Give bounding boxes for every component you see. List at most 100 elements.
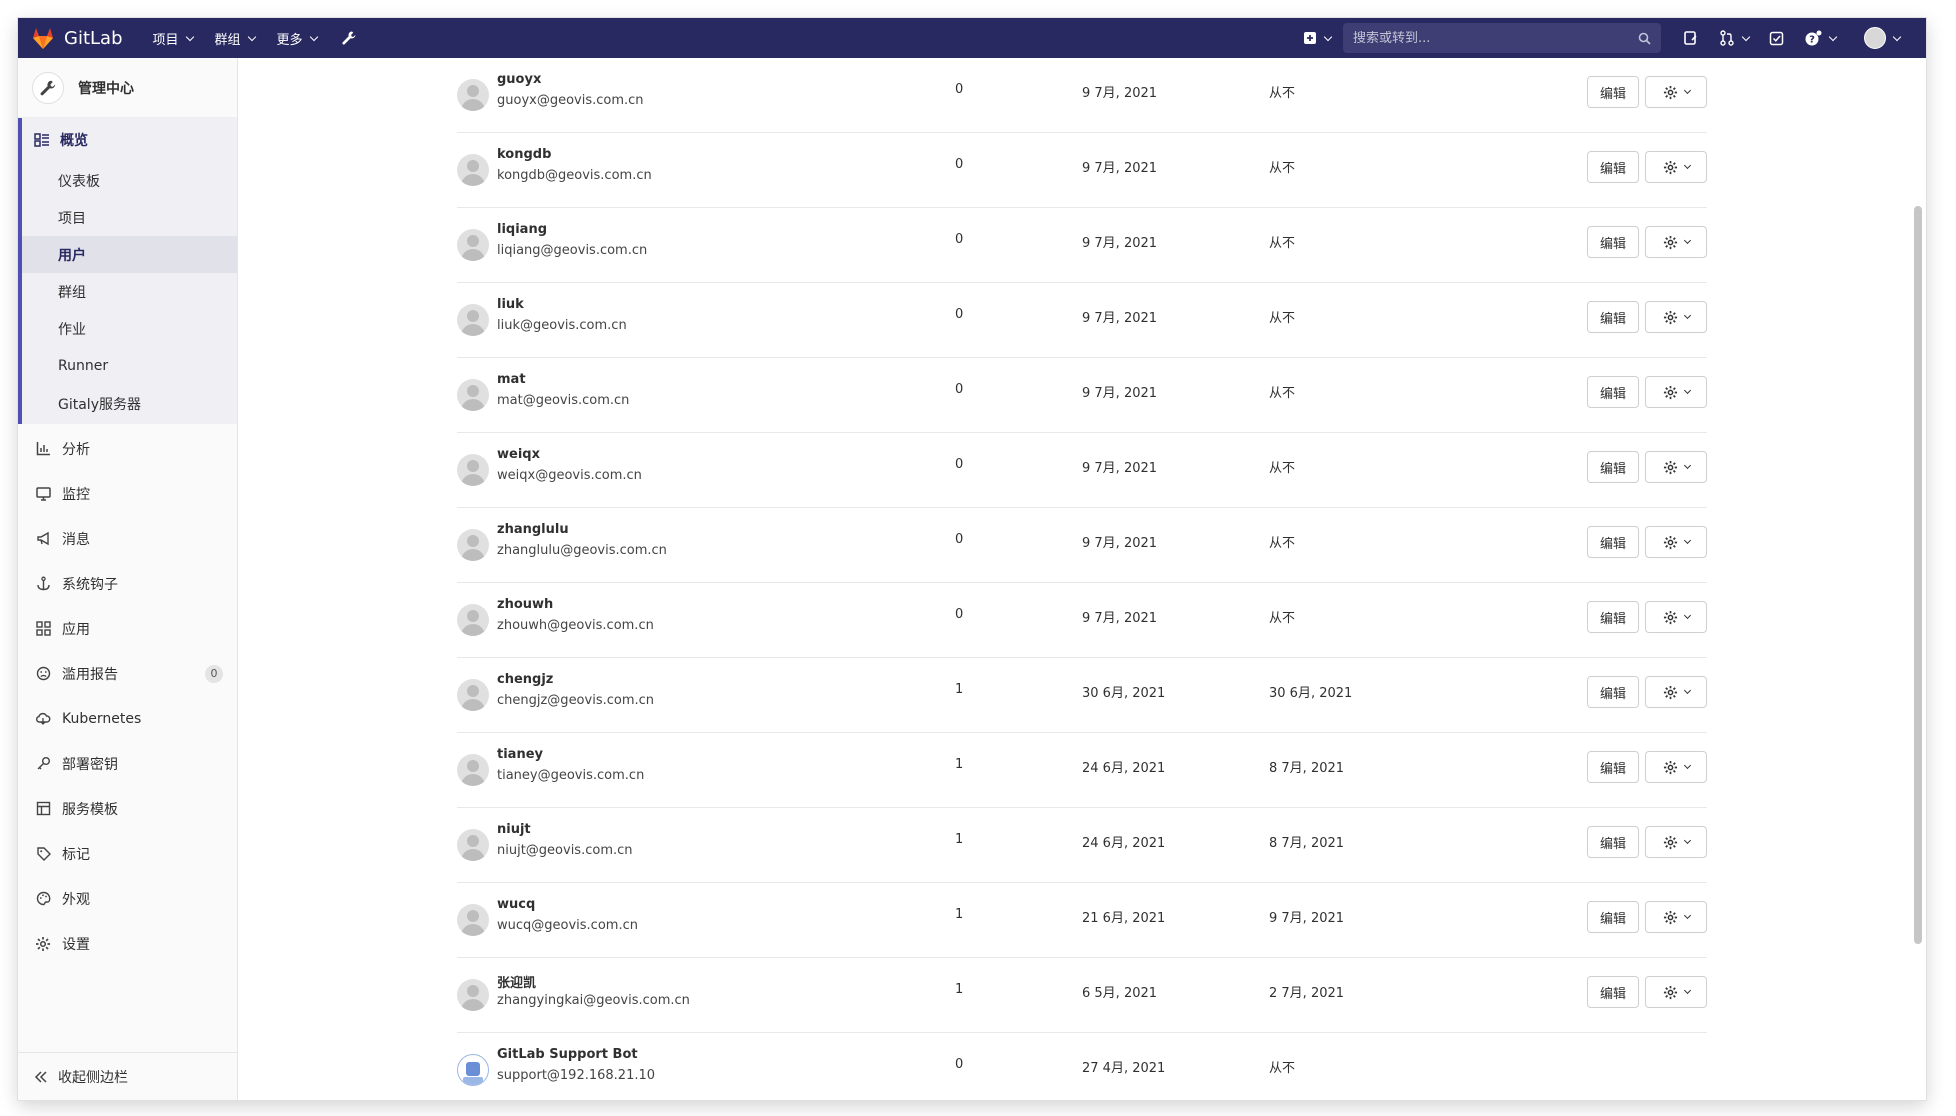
avatar[interactable]: [457, 154, 489, 186]
merge-requests-button[interactable]: [1719, 30, 1751, 46]
avatar: [1864, 27, 1886, 49]
last-activity: 从不: [1269, 611, 1296, 626]
avatar[interactable]: [457, 79, 489, 111]
user-settings-dropdown[interactable]: [1645, 676, 1707, 708]
edit-user-button[interactable]: 编辑: [1587, 376, 1639, 408]
issues-button[interactable]: [1683, 30, 1699, 46]
user-settings-dropdown[interactable]: [1645, 901, 1707, 933]
sidebar-item-groups[interactable]: 群组: [22, 273, 237, 310]
created-date: 27 4月, 2021: [1082, 1061, 1166, 1076]
last-activity: 8 7月, 2021: [1269, 836, 1345, 851]
user-settings-dropdown[interactable]: [1645, 151, 1707, 183]
sidebar-item-appearance[interactable]: 外观: [18, 876, 237, 921]
edit-user-button[interactable]: 编辑: [1587, 601, 1639, 633]
user-settings-dropdown[interactable]: [1645, 376, 1707, 408]
user-name-link[interactable]: weiqx: [497, 447, 540, 462]
edit-user-button[interactable]: 编辑: [1587, 76, 1639, 108]
edit-user-button[interactable]: 编辑: [1587, 526, 1639, 558]
project-count: 1: [955, 907, 964, 922]
avatar[interactable]: [457, 754, 489, 786]
admin-wrench-icon[interactable]: [341, 30, 357, 46]
edit-user-button[interactable]: 编辑: [1587, 901, 1639, 933]
user-name-link[interactable]: zhanglulu: [497, 522, 569, 537]
avatar[interactable]: [457, 379, 489, 411]
avatar[interactable]: [457, 304, 489, 336]
todos-button[interactable]: [1769, 31, 1784, 46]
user-settings-dropdown[interactable]: [1645, 76, 1707, 108]
edit-user-button[interactable]: 编辑: [1587, 301, 1639, 333]
edit-user-button[interactable]: 编辑: [1587, 826, 1639, 858]
gitlab-logo[interactable]: GitLab: [30, 25, 123, 51]
user-settings-dropdown[interactable]: [1645, 751, 1707, 783]
search-input[interactable]: [1353, 30, 1638, 46]
sidebar-item-gitaly[interactable]: Gitaly服务器: [22, 384, 237, 424]
sidebar-item-analytics[interactable]: 分析: [18, 426, 237, 471]
sidebar-item-overview[interactable]: 概览: [22, 118, 237, 162]
sidebar-item-jobs[interactable]: 作业: [22, 310, 237, 347]
edit-user-button[interactable]: 编辑: [1587, 976, 1639, 1008]
avatar[interactable]: [457, 229, 489, 261]
avatar[interactable]: [457, 529, 489, 561]
avatar[interactable]: [457, 604, 489, 636]
sidebar-item-service-templates[interactable]: 服务模板: [18, 786, 237, 831]
sidebar-item-overview-label: 概览: [60, 133, 88, 149]
avatar[interactable]: [457, 1054, 489, 1086]
user-name-link[interactable]: liqiang: [497, 222, 547, 237]
edit-user-button[interactable]: 编辑: [1587, 751, 1639, 783]
user-name-link[interactable]: guoyx: [497, 72, 541, 87]
user-name-link[interactable]: zhouwh: [497, 597, 553, 612]
user-menu[interactable]: [1864, 27, 1902, 49]
avatar[interactable]: [457, 829, 489, 861]
sidebar-item-settings[interactable]: 设置: [18, 921, 237, 966]
sidebar-item-messages[interactable]: 消息: [18, 516, 237, 561]
user-name-link[interactable]: niujt: [497, 822, 531, 837]
scrollbar[interactable]: [1914, 58, 1922, 1100]
sidebar-item-label: 标记: [62, 846, 90, 863]
user-name-link[interactable]: chengjz: [497, 672, 553, 687]
user-settings-dropdown[interactable]: [1645, 526, 1707, 558]
user-settings-dropdown[interactable]: [1645, 451, 1707, 483]
sidebar-item-labels[interactable]: 标记: [18, 831, 237, 876]
avatar[interactable]: [457, 679, 489, 711]
user-name-link[interactable]: liuk: [497, 297, 524, 312]
user-settings-dropdown[interactable]: [1645, 826, 1707, 858]
sidebar-item-projects[interactable]: 项目: [22, 199, 237, 236]
sidebar-item-abuse-reports[interactable]: 滥用报告 0: [18, 651, 237, 696]
user-name-link[interactable]: kongdb: [497, 147, 551, 162]
search-box[interactable]: [1343, 23, 1661, 53]
user-name-link[interactable]: mat: [497, 372, 526, 387]
user-settings-dropdown[interactable]: [1645, 976, 1707, 1008]
help-button[interactable]: ?: [1804, 30, 1838, 46]
sidebar-item-dashboard[interactable]: 仪表板: [22, 162, 237, 199]
user-settings-dropdown[interactable]: [1645, 601, 1707, 633]
edit-user-button[interactable]: 编辑: [1587, 451, 1639, 483]
sidebar-item-monitoring[interactable]: 监控: [18, 471, 237, 516]
user-name-link[interactable]: wucq: [497, 897, 535, 912]
scrollbar-thumb[interactable]: [1914, 206, 1922, 944]
menu-groups[interactable]: 群组: [215, 29, 256, 48]
edit-user-button[interactable]: 编辑: [1587, 151, 1639, 183]
avatar[interactable]: [457, 904, 489, 936]
sidebar-header[interactable]: 管理中心: [18, 58, 237, 118]
avatar[interactable]: [457, 979, 489, 1011]
sidebar-item-runners[interactable]: Runner: [22, 347, 237, 384]
new-item-button[interactable]: [1303, 31, 1333, 45]
user-name-link[interactable]: GitLab Support Bot: [497, 1047, 638, 1062]
sidebar-item-label: 外观: [62, 891, 90, 908]
collapse-sidebar-button[interactable]: 收起侧边栏: [18, 1052, 237, 1100]
sidebar-item-hooks[interactable]: 系统钩子: [18, 561, 237, 606]
menu-more[interactable]: 更多: [277, 29, 318, 48]
edit-user-button[interactable]: 编辑: [1587, 676, 1639, 708]
sidebar-item-kubernetes[interactable]: Kubernetes: [18, 696, 237, 741]
user-name-link[interactable]: 张迎凯: [497, 972, 536, 991]
sidebar-item-users[interactable]: 用户: [22, 236, 237, 273]
avatar[interactable]: [457, 454, 489, 486]
table-row: liqiang liqiang@geovis.com.cn 0 9 7月, 2021 从…: [457, 208, 1707, 283]
sidebar-item-deploy-keys[interactable]: 部署密钥: [18, 741, 237, 786]
menu-projects[interactable]: 项目: [153, 29, 194, 48]
user-settings-dropdown[interactable]: [1645, 226, 1707, 258]
edit-user-button[interactable]: 编辑: [1587, 226, 1639, 258]
user-name-link[interactable]: tianey: [497, 747, 543, 762]
sidebar-item-applications[interactable]: 应用: [18, 606, 237, 651]
user-settings-dropdown[interactable]: [1645, 301, 1707, 333]
